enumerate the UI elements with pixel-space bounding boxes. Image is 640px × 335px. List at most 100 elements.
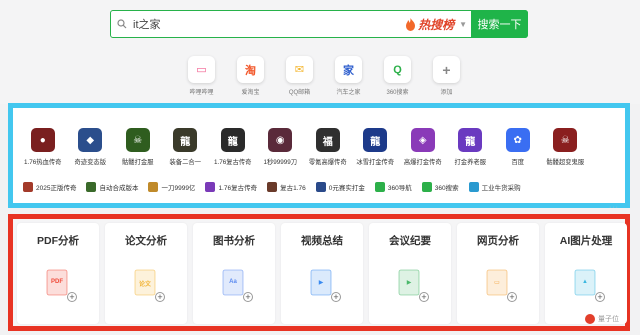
- game-link-item[interactable]: 福零氪高爆传奇: [304, 128, 352, 166]
- text-link-label: 2025正版传奇: [36, 185, 77, 192]
- watermark-logo-icon: [585, 314, 595, 324]
- quick-link-item[interactable]: + 添加: [422, 56, 471, 96]
- text-link-item[interactable]: 复古1.76: [267, 180, 306, 194]
- ai-tool-glyph: ▶: [318, 280, 324, 286]
- text-link-item[interactable]: 0元赛实打金: [315, 180, 365, 194]
- top-area: 热搜榜 ▼ 搜索一下 ▭ 哔哩哔哩 淘爱淘宝 ✉ QQ邮箱 家汽车之家 Q 360搜索 + 添加: [0, 0, 640, 104]
- text-link-label: 360搜索: [434, 185, 459, 192]
- quick-links: ▭ 哔哩哔哩 淘爱淘宝 ✉ QQ邮箱 家汽车之家 Q 360搜索 + 添加: [177, 56, 471, 96]
- game-link-item[interactable]: 龍装备二合一: [162, 128, 210, 166]
- text-link-item[interactable]: 360导航: [374, 180, 412, 194]
- ai-tool-title: 论文分析: [125, 235, 167, 247]
- quick-link-glyph: Q: [393, 63, 402, 76]
- quick-link-item[interactable]: ▭ 哔哩哔哩: [177, 56, 226, 96]
- webpage-icon: ▭ +: [483, 268, 517, 302]
- video-icon: ▶ +: [307, 268, 341, 302]
- game-link-item[interactable]: ☠ 骷髅超变鬼服: [542, 128, 590, 166]
- quick-link-item[interactable]: 家汽车之家: [324, 56, 373, 96]
- flame-icon: [406, 17, 416, 31]
- autohome-icon: 家: [335, 56, 362, 83]
- ai-tool-card[interactable]: 图书分析 Aa +: [193, 223, 275, 324]
- ai-tool-title: 网页分析: [477, 235, 519, 247]
- text-link-label: 工业牛货采购: [481, 185, 521, 192]
- text-link-label: 自动合成版本: [99, 185, 139, 192]
- ai-tool-cards: PDF分析 PDF + 论文分析 论文 + 图书分析 Aa + 视频总结 ▶ + 会议纪要 ▶ + 网页分析 ▭…: [17, 223, 627, 324]
- game-icon: 福: [315, 128, 340, 152]
- game-link-label: 百度: [511, 159, 525, 166]
- book-icon: Aa +: [219, 268, 253, 302]
- meeting-icon: ▶ +: [395, 268, 429, 302]
- game-link-label: 装备二合一: [169, 159, 201, 166]
- ai-tool-card[interactable]: 网页分析 ▭ +: [457, 223, 539, 324]
- text-link-item[interactable]: 1.76复古传奇: [205, 180, 257, 194]
- text-link-icon: [315, 182, 326, 192]
- search-box: 热搜榜 ▼ 搜索一下: [110, 10, 528, 38]
- ai-tool-title: 会议纪要: [389, 235, 431, 247]
- pdf-icon: PDF +: [43, 268, 77, 302]
- game-icon: ◆: [78, 128, 103, 152]
- game-link-label: 1.76复古传奇: [214, 159, 252, 166]
- text-link-item[interactable]: 工业牛货采购: [468, 180, 521, 194]
- ai-tool-card[interactable]: 视频总结 ▶ +: [281, 223, 363, 324]
- text-link-icon: [267, 182, 278, 192]
- text-link-row: 2025正版传奇 自动合成版本 一刀9999亿 1.76复古传奇 复古1.76 0元赛实打…: [23, 180, 531, 194]
- game-icon: ◉: [268, 128, 293, 152]
- quick-link-glyph: +: [442, 61, 451, 78]
- ai-tool-glyph: Aa: [229, 279, 237, 285]
- game-link-label: 打金养老服: [454, 159, 486, 166]
- quick-link-item[interactable]: Q 360搜索: [373, 56, 422, 96]
- text-link-label: 360导航: [387, 185, 412, 192]
- game-link-item[interactable]: ◆ 奇迹变态版: [67, 128, 115, 166]
- text-link-item[interactable]: 自动合成版本: [86, 180, 138, 194]
- ai-tool-glyph: 论文: [138, 282, 151, 288]
- game-link-item[interactable]: ☠ 骷髅打金服: [114, 128, 162, 166]
- game-link-item[interactable]: 龍 1.76复古传奇: [209, 128, 257, 166]
- text-link-icon: [468, 182, 479, 192]
- game-link-item[interactable]: ● 1.76热血传奇: [19, 128, 67, 166]
- ai-tool-glyph: ▶: [406, 280, 412, 286]
- game-icon: ☠: [553, 128, 578, 152]
- game-link-item[interactable]: ◉ 1秒99999刀: [257, 128, 305, 166]
- add-icon: +: [595, 292, 605, 302]
- game-link-item[interactable]: ✿ 百度: [494, 128, 542, 166]
- ai-tool-card[interactable]: 论文分析论文 +: [105, 223, 187, 324]
- ai-tool-card[interactable]: PDF分析 PDF +: [17, 223, 99, 324]
- text-link-icon: [205, 182, 216, 192]
- game-icon: 龍: [220, 128, 245, 152]
- quick-link-label: 哔哩哔哩: [189, 90, 214, 96]
- game-links-panel: ● 1.76热血传奇 ◆ 奇迹变态版 ☠ 骷髅打金服龍装备二合一龍 1.76复古传奇 ◉ 1秒9…: [8, 103, 630, 211]
- text-link-item[interactable]: 360搜索: [421, 180, 459, 194]
- text-link-label: 0元赛实打金: [328, 185, 365, 192]
- quick-link-label: 360搜索: [386, 90, 409, 96]
- quick-link-item[interactable]: 淘爱淘宝: [226, 56, 275, 96]
- quick-link-label: QQ邮箱: [288, 90, 311, 96]
- game-link-item[interactable]: 龍打金养老服: [447, 128, 495, 166]
- game-icon: ●: [30, 128, 55, 152]
- add-icon: +: [155, 292, 165, 302]
- ai-tool-glyph: ▲: [582, 279, 588, 285]
- game-link-item[interactable]: ◈ 高爆打金传奇: [399, 128, 447, 166]
- text-link-icon: [148, 182, 159, 192]
- search-button[interactable]: 搜索一下: [471, 10, 528, 38]
- bilibili-icon: ▭: [188, 56, 215, 83]
- ai-tool-glyph: ▭: [494, 280, 500, 286]
- ai-tool-card[interactable]: 会议纪要 ▶ +: [369, 223, 451, 324]
- game-link-label: 骷髅打金服: [122, 159, 154, 166]
- text-link-item[interactable]: 一刀9999亿: [148, 180, 195, 194]
- quick-link-glyph: ▭: [196, 64, 207, 76]
- hot-search-button[interactable]: 热搜榜 ▼: [405, 16, 467, 33]
- more-icon[interactable]: ···: [609, 204, 619, 211]
- text-link-item[interactable]: 2025正版传奇: [23, 180, 76, 194]
- search-icon: [111, 11, 133, 37]
- quick-link-label: 添加: [440, 90, 453, 96]
- 360-search-icon: Q: [384, 56, 411, 83]
- ai-tool-card[interactable]: AI图片处理 ▲ +: [545, 223, 627, 324]
- search-input[interactable]: [133, 18, 406, 30]
- game-icon: ✿: [505, 128, 530, 152]
- game-link-label: 骷髅超变鬼服: [546, 159, 585, 166]
- chevron-down-icon: ▼: [459, 19, 467, 29]
- game-icon-row: ● 1.76热血传奇 ◆ 奇迹变态版 ☠ 骷髅打金服龍装备二合一龍 1.76复古传奇 ◉ 1秒9…: [19, 128, 589, 166]
- taobao-icon: 淘: [237, 56, 264, 83]
- game-link-item[interactable]: 龍冰雪打金传奇: [352, 128, 400, 166]
- quick-link-item[interactable]: ✉ QQ邮箱: [275, 56, 324, 96]
